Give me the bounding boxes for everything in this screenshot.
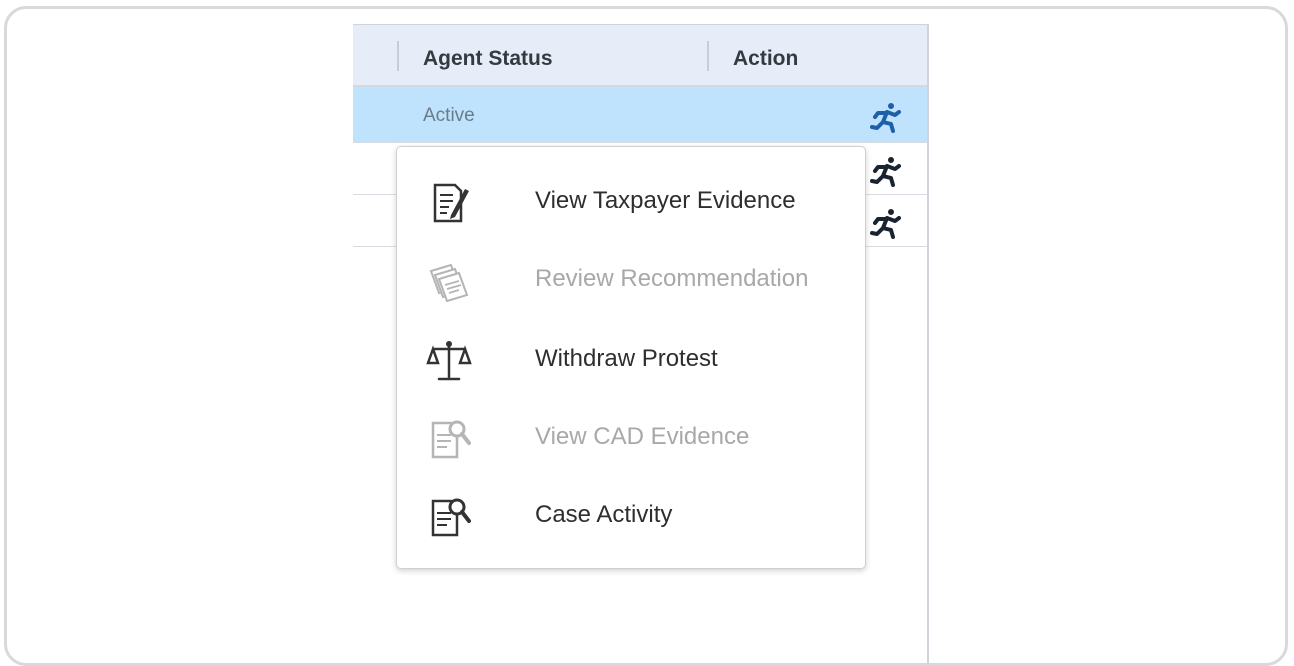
menu-item-view-taxpayer-evidence[interactable]: View Taxpayer Evidence [397,167,865,233]
menu-item-label: View Taxpayer Evidence [535,187,796,214]
grid-header: Agent Status Action [353,25,927,87]
menu-item-label: View CAD Evidence [535,423,750,450]
menu-item-label: Withdraw Protest [535,345,718,372]
document-edit-icon [433,183,469,223]
menu-item-review-recommendation[interactable]: Review Recommendation [397,245,865,311]
document-search-icon [431,498,471,537]
column-separator[interactable] [397,41,399,71]
document-search-icon [431,420,471,459]
menu-item-withdraw-protest[interactable]: Withdraw Protest [397,325,865,391]
column-separator[interactable] [707,41,709,71]
menu-item-view-cad-evidence[interactable]: View CAD Evidence [397,403,865,469]
running-person-icon[interactable] [869,101,903,133]
documents-stack-icon [429,263,469,303]
scales-icon [426,341,472,381]
menu-item-label: Case Activity [535,501,673,528]
menu-item-label: Review Recommendation [535,265,809,292]
action-context-menu: View Taxpayer Evidence Review Recommenda… [396,146,866,569]
column-header-agent-status[interactable]: Agent Status [423,47,553,71]
running-person-icon[interactable] [869,207,903,239]
menu-item-case-activity[interactable]: Case Activity [397,481,865,547]
table-row[interactable]: Active [353,87,927,143]
agent-status-cell: Active [423,105,475,126]
column-header-action[interactable]: Action [733,47,798,71]
running-person-icon[interactable] [869,155,903,187]
